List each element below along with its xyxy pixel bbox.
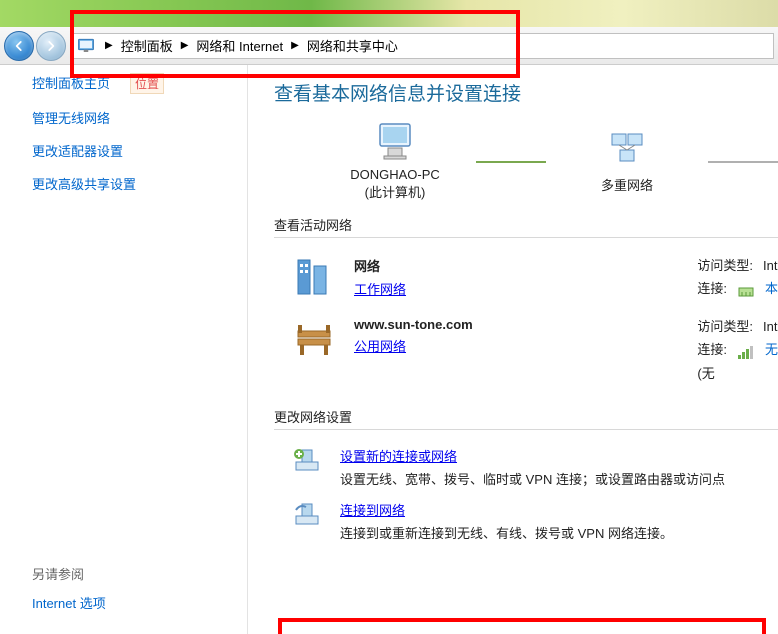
network-type-link[interactable]: 工作网络	[354, 282, 406, 297]
breadcrumb-item-network-internet[interactable]: 网络和 Internet	[194, 36, 285, 55]
annotation-highlight-bottom	[278, 618, 766, 634]
breadcrumb[interactable]: ▶ 控制面板 ▶ 网络和 Internet ▶ 网络和共享中心	[72, 33, 774, 59]
multi-network-label: 多重网络	[601, 175, 653, 194]
network-cluster-icon	[606, 130, 648, 171]
network-line-icon	[708, 161, 778, 163]
chevron-right-icon: ▶	[99, 40, 119, 51]
sidebar-item-manage-wireless[interactable]: 管理无线网络	[32, 108, 110, 127]
local-computer-sub: (此计算机)	[365, 182, 426, 201]
office-network-icon	[292, 254, 336, 298]
see-also-heading: 另请参阅	[32, 564, 231, 583]
sidebar-item-control-panel-home[interactable]: 控制面板主页	[32, 73, 110, 92]
access-type-value: Int	[763, 315, 777, 338]
breadcrumb-item-network-sharing[interactable]: 网络和共享中心	[305, 36, 400, 55]
new-connection-icon	[292, 446, 322, 476]
connection-label: 连接:	[697, 338, 727, 361]
connection-value[interactable]: 无	[765, 338, 778, 361]
see-also-internet-options[interactable]: Internet 选项	[32, 593, 106, 612]
setup-new-connection-desc: 设置无线、宽带、拨号、临时或 VPN 连接；或设置路由器或访问点	[340, 469, 778, 488]
setup-new-connection-link[interactable]: 设置新的连接或网络	[340, 449, 457, 464]
breadcrumb-item-control-panel[interactable]: 控制面板	[119, 36, 175, 55]
network-line-icon	[476, 161, 546, 163]
local-computer-name: DONGHAO-PC	[350, 167, 440, 182]
page-title: 查看基本网络信息并设置连接	[274, 79, 778, 106]
access-type-label: 访问类型:	[697, 315, 753, 338]
active-networks-heading: 查看活动网络	[274, 215, 778, 238]
network-name: 网络	[354, 256, 614, 275]
sidebar-item-change-adapter[interactable]: 更改适配器设置	[32, 141, 123, 160]
forward-button[interactable]	[36, 31, 66, 61]
connection-value[interactable]: 本	[765, 277, 778, 300]
ethernet-icon	[737, 282, 755, 296]
change-network-settings-heading: 更改网络设置	[274, 407, 778, 430]
connect-to-network-link[interactable]: 连接到网络	[340, 503, 405, 518]
network-name: www.sun-tone.com	[354, 317, 614, 332]
connection-label: 连接:	[697, 277, 727, 300]
control-panel-icon	[77, 37, 95, 55]
access-type-value: Int	[763, 254, 777, 277]
connection-extra: (无	[697, 362, 714, 385]
computer-icon	[374, 122, 416, 163]
sidebar-item-change-sharing[interactable]: 更改高级共享设置	[32, 174, 136, 193]
connect-network-icon	[292, 500, 322, 530]
back-button[interactable]	[4, 31, 34, 61]
location-annotation: 位置	[130, 73, 164, 94]
access-type-label: 访问类型:	[697, 254, 753, 277]
chevron-right-icon: ▶	[175, 40, 195, 51]
wifi-signal-icon	[737, 343, 755, 357]
connect-to-network-desc: 连接到或重新连接到无线、有线、拨号或 VPN 网络连接。	[340, 523, 778, 542]
network-type-link[interactable]: 公用网络	[354, 339, 406, 354]
chevron-right-icon: ▶	[285, 40, 305, 51]
bench-network-icon	[292, 315, 336, 359]
